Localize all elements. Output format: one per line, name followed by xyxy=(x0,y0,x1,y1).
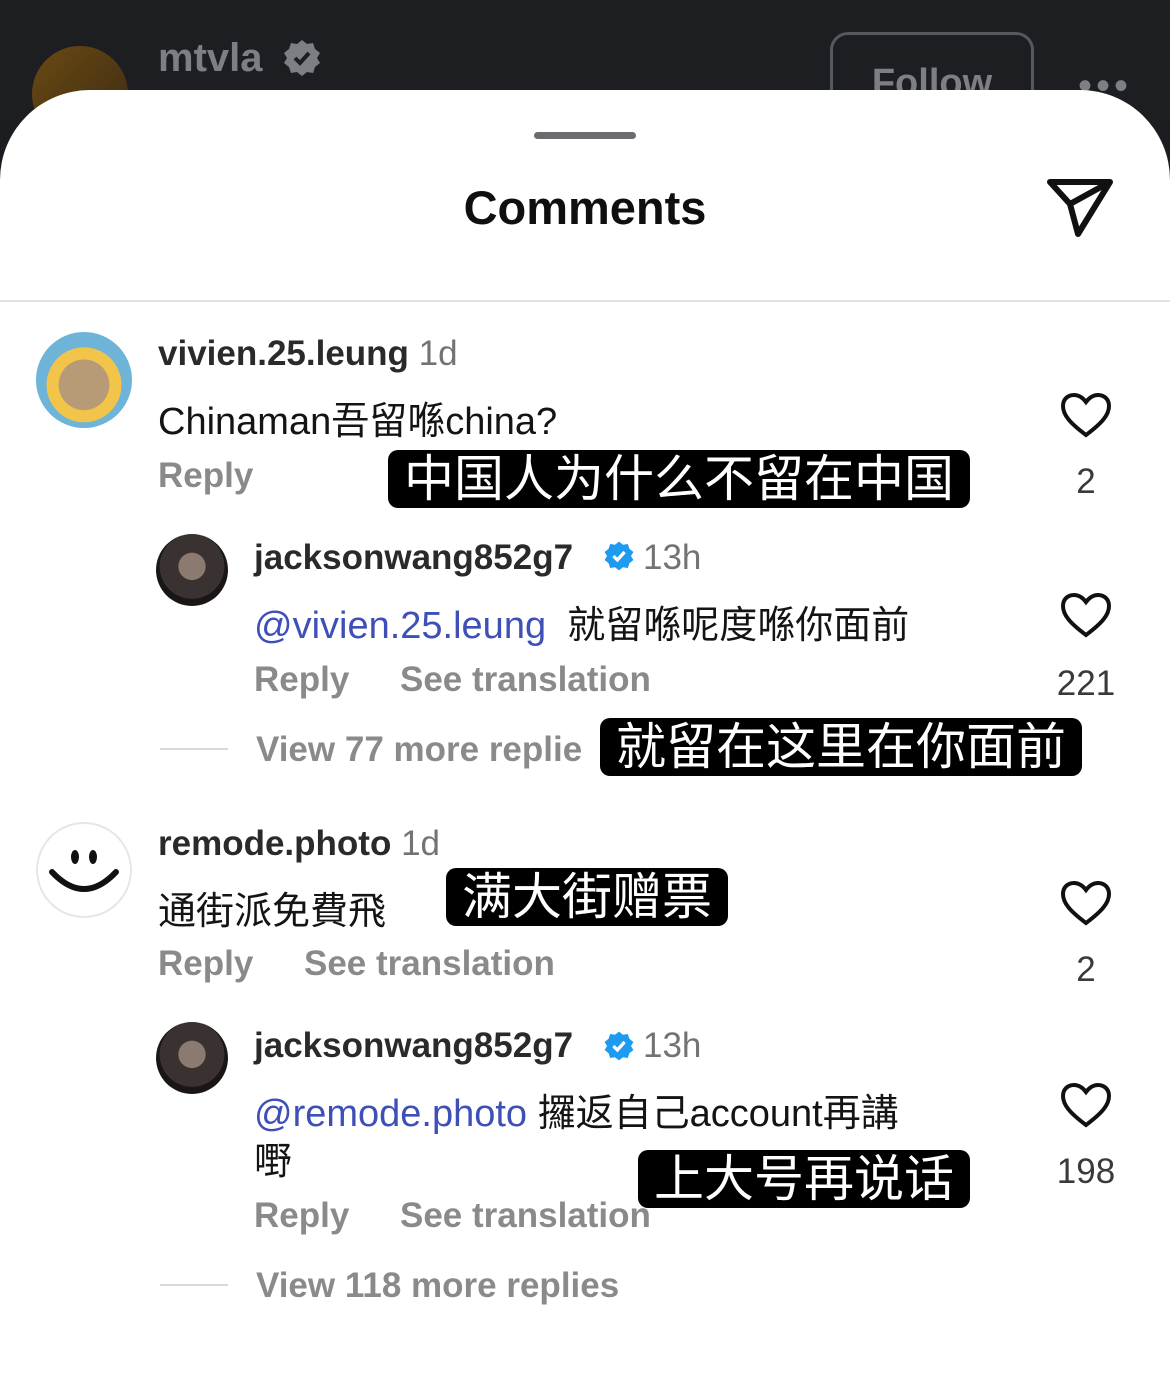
comment-time: 1d xyxy=(418,334,458,373)
view-more-replies-button[interactable]: View 118 more replies xyxy=(256,1266,619,1306)
reply-text: @remode.photo 攞返自己account再講 xyxy=(254,1082,899,1137)
heart-icon[interactable] xyxy=(1060,880,1112,926)
heart-icon[interactable] xyxy=(1060,1082,1112,1128)
reply-time: 13h xyxy=(643,538,702,577)
reply-username[interactable]: jacksonwang852g7 xyxy=(254,1026,573,1066)
see-translation-button[interactable]: See translation xyxy=(400,1196,651,1236)
username-text[interactable]: vivien.25.leung xyxy=(158,334,409,373)
replies-line xyxy=(160,748,228,750)
reply-body: 攞返自己account再講 xyxy=(537,1093,899,1135)
reply-body: 就留喺呢度喺你面前 xyxy=(567,605,910,647)
reply-button[interactable]: Reply xyxy=(254,1196,349,1236)
reply-button[interactable]: Reply xyxy=(158,456,253,496)
see-translation-button[interactable]: See translation xyxy=(304,944,555,984)
reply-text-line2: 嘢 xyxy=(254,1141,293,1183)
comment-text: Chinaman吾留喺china? xyxy=(158,401,558,443)
commenter-avatar[interactable] xyxy=(36,822,132,918)
like-count: 221 xyxy=(1056,664,1116,703)
reply-button[interactable]: Reply xyxy=(158,944,253,984)
reply-time: 13h xyxy=(643,1026,702,1065)
sheet-title: Comments xyxy=(463,181,707,234)
reply-button[interactable]: Reply xyxy=(254,660,349,700)
comment-username[interactable]: remode.photo 1d xyxy=(158,824,440,864)
verified-badge-icon xyxy=(604,1031,634,1061)
reply-avatar[interactable] xyxy=(156,534,228,606)
post-author-username[interactable]: mtvla xyxy=(158,36,263,81)
heart-icon[interactable] xyxy=(1060,392,1112,438)
reply-text: @vivien.25.leung 就留喺呢度喺你面前 xyxy=(254,594,909,649)
like-count: 2 xyxy=(1076,950,1096,989)
commenter-avatar[interactable] xyxy=(36,332,132,428)
reply-avatar[interactable] xyxy=(156,1022,228,1094)
caption-overlay: 上大号再说话 xyxy=(638,1150,970,1208)
verified-badge-icon xyxy=(284,40,320,76)
verified-badge-icon xyxy=(604,541,634,571)
smiley-icon xyxy=(49,850,119,892)
username-text[interactable]: jacksonwang852g7 xyxy=(254,538,573,577)
caption-overlay: 满大街赠票 xyxy=(446,868,728,926)
comment-time: 1d xyxy=(401,824,440,863)
like-count: 2 xyxy=(1076,462,1096,501)
username-text[interactable]: jacksonwang852g7 xyxy=(254,1026,573,1065)
reply-username[interactable]: jacksonwang852g7 xyxy=(254,538,573,578)
heart-icon[interactable] xyxy=(1060,592,1112,638)
sheet-drag-handle[interactable] xyxy=(534,132,636,139)
mention-link[interactable]: @remode.photo xyxy=(254,1093,527,1135)
comment-text: 通街派免費飛 xyxy=(158,891,387,933)
see-translation-button[interactable]: See translation xyxy=(400,660,651,700)
share-icon[interactable] xyxy=(1046,176,1116,238)
mention-link[interactable]: @vivien.25.leung xyxy=(254,605,546,647)
username-text[interactable]: remode.photo xyxy=(158,824,391,863)
caption-overlay: 就留在这里在你面前 xyxy=(600,718,1082,776)
caption-overlay: 中国人为什么不留在中国 xyxy=(388,450,970,508)
replies-line xyxy=(160,1284,228,1286)
like-count: 198 xyxy=(1056,1152,1116,1191)
header-divider xyxy=(0,300,1170,302)
view-more-replies-button[interactable]: View 77 more replie xyxy=(256,730,582,770)
comment-username[interactable]: vivien.25.leung 1d xyxy=(158,334,458,374)
